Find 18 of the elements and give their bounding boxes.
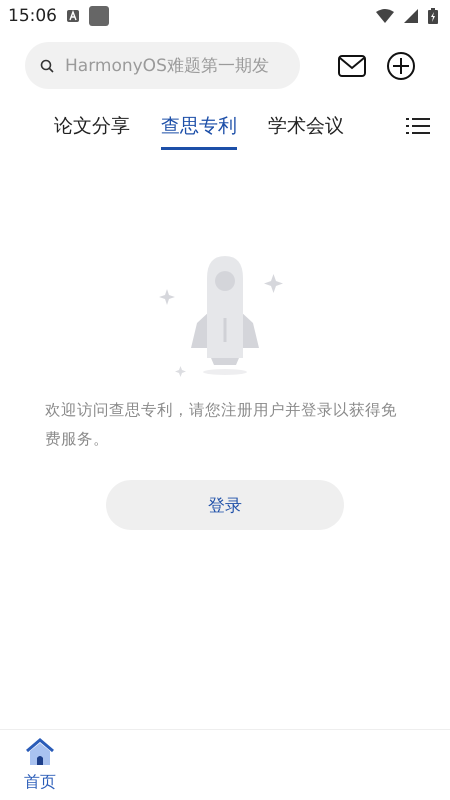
category-tab[interactable]: 论文分享 — [54, 105, 130, 150]
category-tab[interactable]: 学术会议 — [268, 105, 344, 150]
app-icon — [89, 6, 109, 26]
nav-tab[interactable]: 首页 — [24, 730, 56, 800]
signal-icon — [404, 9, 418, 23]
search-field[interactable]: HarmonyOS难题第一期发 — [25, 42, 300, 89]
status-time: 15:06 — [8, 6, 57, 26]
battery-icon — [428, 8, 438, 24]
category-tab[interactable]: 查思专利 — [161, 105, 237, 150]
notification-icon — [67, 10, 79, 22]
search-icon — [40, 59, 54, 73]
welcome-message: 欢迎访问查思专利，请您注册用户并登录以获得免费服务。 — [45, 400, 398, 450]
add-icon[interactable] — [386, 50, 416, 80]
menu-icon[interactable] — [406, 117, 430, 135]
home-icon — [25, 738, 55, 766]
mail-icon[interactable] — [338, 54, 366, 76]
wifi-icon — [376, 9, 394, 23]
login-button[interactable]: 登录 — [106, 480, 344, 530]
